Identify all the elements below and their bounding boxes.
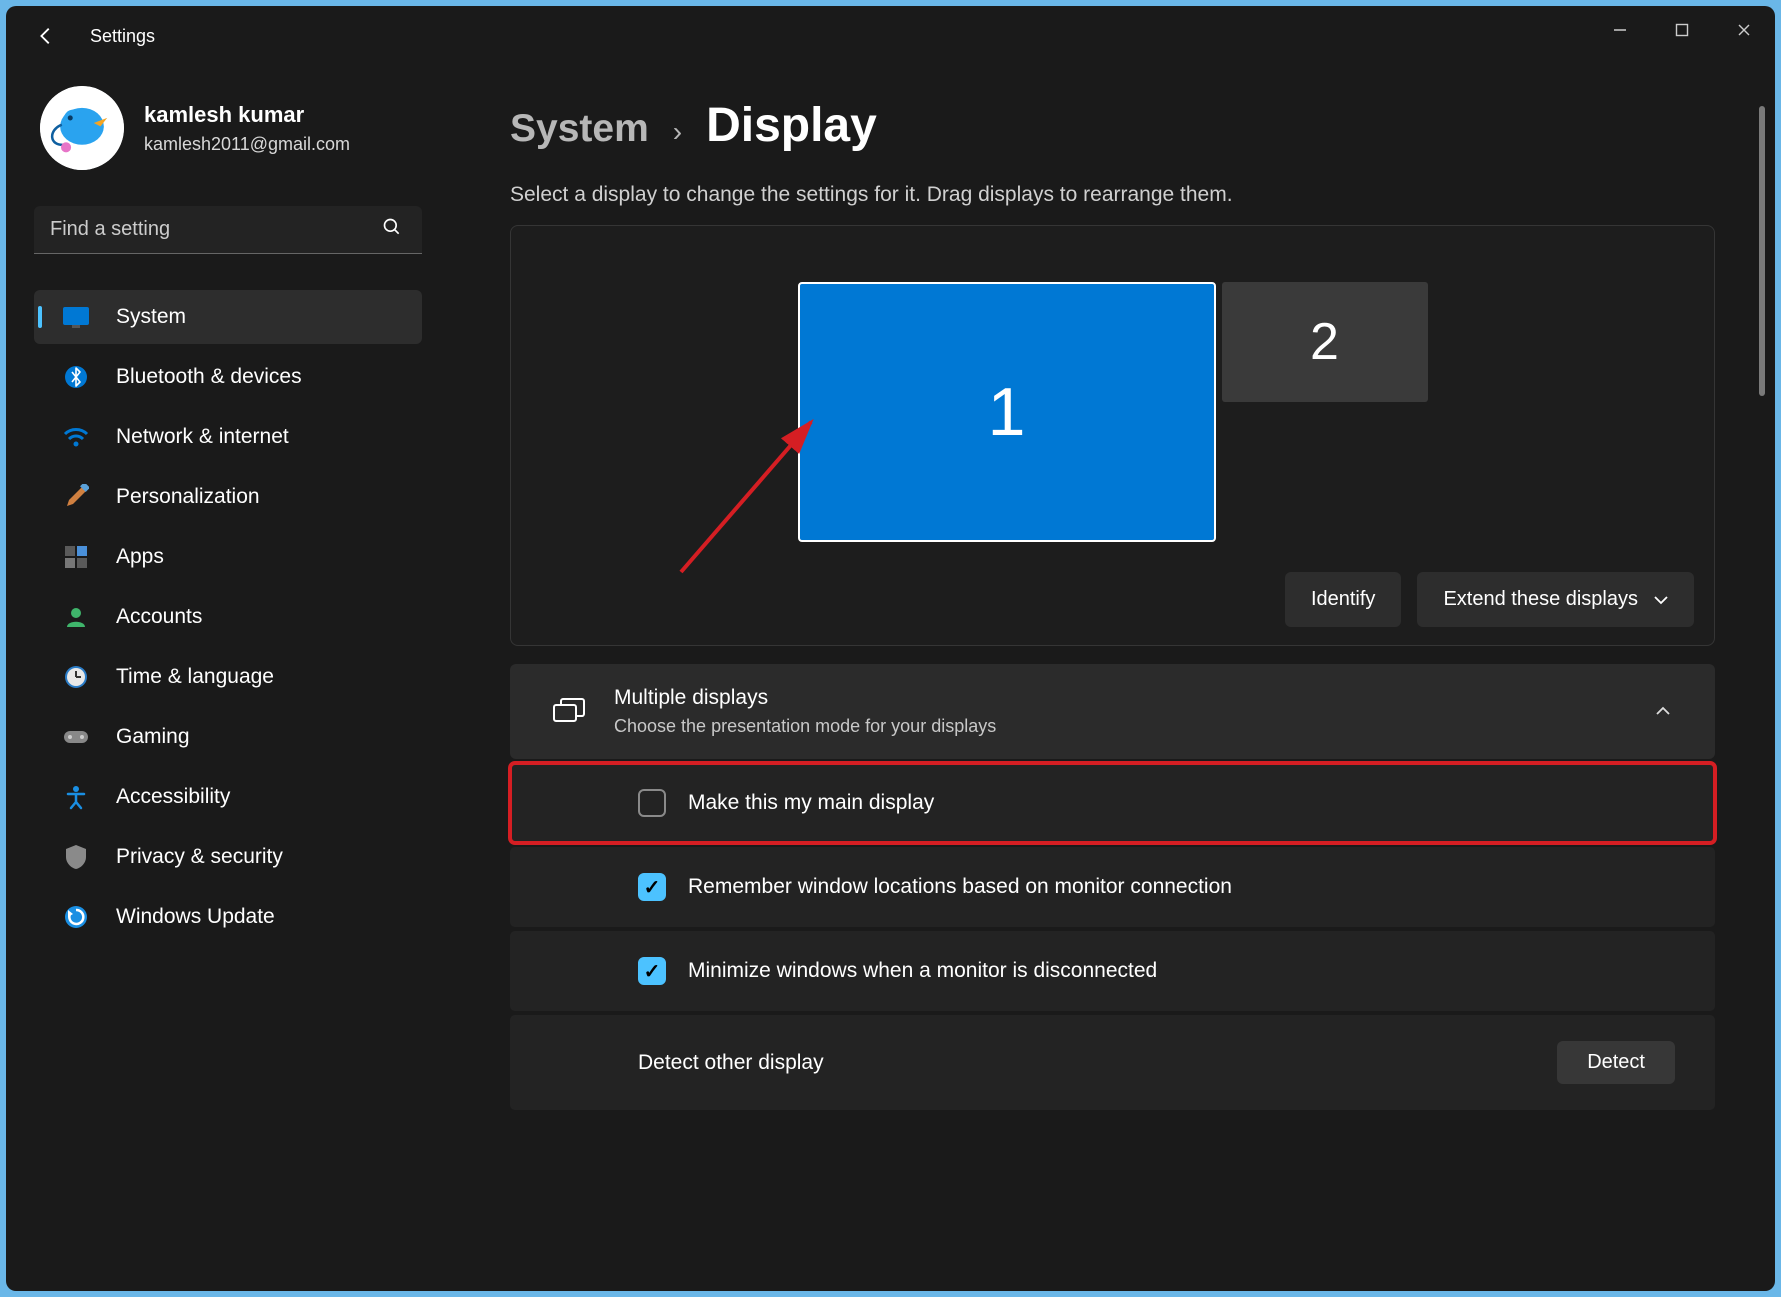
sidebar-item-label: Gaming	[116, 725, 190, 749]
brush-icon	[60, 481, 92, 513]
sidebar-item-update[interactable]: Windows Update	[34, 890, 422, 944]
sidebar-item-time[interactable]: Time & language	[34, 650, 422, 704]
sidebar-item-system[interactable]: System	[34, 290, 422, 344]
chevron-right-icon: ›	[673, 116, 682, 148]
sidebar-item-accounts[interactable]: Accounts	[34, 590, 422, 644]
displays-area[interactable]: 1 2	[531, 272, 1694, 572]
arrange-actions: Identify Extend these displays	[531, 572, 1694, 627]
wifi-icon	[60, 421, 92, 453]
search-icon	[382, 217, 402, 243]
chevron-down-icon	[1654, 592, 1668, 608]
sidebar-item-privacy[interactable]: Privacy & security	[34, 830, 422, 884]
breadcrumb-parent[interactable]: System	[510, 107, 649, 151]
option-label: Minimize windows when a monitor is disco…	[688, 959, 1157, 983]
clock-icon	[60, 661, 92, 693]
bluetooth-icon	[60, 361, 92, 393]
person-icon	[60, 601, 92, 633]
scrollbar[interactable]	[1759, 106, 1765, 396]
sidebar: kamlesh kumar kamlesh2011@gmail.com Syst…	[6, 66, 450, 1291]
sidebar-item-label: Windows Update	[116, 905, 275, 929]
sidebar-item-label: Accounts	[116, 605, 202, 629]
display-arrange-card: 1 2 Id	[510, 225, 1715, 646]
profile-email: kamlesh2011@gmail.com	[144, 134, 350, 155]
button-label: Detect	[1587, 1051, 1645, 1073]
search-wrap	[34, 206, 422, 254]
sidebar-item-personalization[interactable]: Personalization	[34, 470, 422, 524]
checkbox-minimize-disconnected[interactable]: ✓	[638, 957, 666, 985]
gamepad-icon	[60, 721, 92, 753]
accessibility-icon	[60, 781, 92, 813]
window-title: Settings	[90, 26, 155, 47]
shield-icon	[60, 841, 92, 873]
page-title: Display	[706, 98, 877, 153]
settings-window: Settings	[6, 6, 1775, 1291]
profile-name: kamlesh kumar	[144, 102, 350, 128]
titlebar: Settings	[6, 6, 1775, 66]
display-number: 1	[988, 373, 1026, 451]
window-controls	[1589, 6, 1775, 66]
checkbox-main-display[interactable]	[638, 789, 666, 817]
option-minimize-disconnected[interactable]: ✓ Minimize windows when a monitor is dis…	[510, 931, 1715, 1011]
panel-subtitle: Choose the presentation mode for your di…	[614, 716, 1629, 737]
sidebar-item-label: Personalization	[116, 485, 260, 509]
checkbox-remember-locations[interactable]: ✓	[638, 873, 666, 901]
breadcrumb: System › Display	[510, 98, 1715, 153]
display-tile-1[interactable]: 1	[798, 282, 1216, 542]
sidebar-item-label: Apps	[116, 545, 164, 569]
option-label: Detect other display	[638, 1051, 824, 1075]
nav: System Bluetooth & devices Network & int…	[34, 290, 422, 944]
detect-button[interactable]: Detect	[1557, 1041, 1675, 1084]
button-label: Identify	[1311, 588, 1375, 611]
sidebar-item-gaming[interactable]: Gaming	[34, 710, 422, 764]
avatar	[40, 86, 124, 170]
sidebar-item-label: Time & language	[116, 665, 274, 689]
chevron-up-icon	[1655, 701, 1671, 722]
sidebar-item-apps[interactable]: Apps	[34, 530, 422, 584]
option-label: Remember window locations based on monit…	[688, 875, 1232, 899]
display-number: 2	[1310, 312, 1339, 372]
sidebar-item-label: Privacy & security	[116, 845, 283, 869]
apps-icon	[60, 541, 92, 573]
option-detect-display: Detect other display Detect	[510, 1015, 1715, 1110]
sidebar-item-label: System	[116, 305, 186, 329]
maximize-button[interactable]	[1651, 6, 1713, 54]
back-button[interactable]	[18, 12, 74, 60]
update-icon	[60, 901, 92, 933]
profile-block[interactable]: kamlesh kumar kamlesh2011@gmail.com	[34, 86, 422, 170]
sidebar-item-label: Network & internet	[116, 425, 289, 449]
sidebar-item-bluetooth[interactable]: Bluetooth & devices	[34, 350, 422, 404]
close-button[interactable]	[1713, 6, 1775, 54]
dropdown-label: Extend these displays	[1443, 588, 1638, 611]
search-input[interactable]	[34, 206, 422, 254]
sidebar-item-accessibility[interactable]: Accessibility	[34, 770, 422, 824]
minimize-button[interactable]	[1589, 6, 1651, 54]
multiple-displays-expander[interactable]: Multiple displays Choose the presentatio…	[510, 664, 1715, 759]
sidebar-item-network[interactable]: Network & internet	[34, 410, 422, 464]
sidebar-item-label: Accessibility	[116, 785, 230, 809]
sidebar-item-label: Bluetooth & devices	[116, 365, 302, 389]
option-remember-locations[interactable]: ✓ Remember window locations based on mon…	[510, 847, 1715, 927]
display-tile-2[interactable]: 2	[1222, 282, 1428, 402]
main-content: System › Display Select a display to cha…	[450, 66, 1775, 1291]
projection-mode-dropdown[interactable]: Extend these displays	[1417, 572, 1694, 627]
hint-text: Select a display to change the settings …	[510, 183, 1715, 207]
panel-title: Multiple displays	[614, 686, 1629, 710]
multiple-displays-icon	[550, 693, 588, 731]
display-icon	[60, 301, 92, 333]
identify-button[interactable]: Identify	[1285, 572, 1401, 627]
option-label: Make this my main display	[688, 791, 934, 815]
option-main-display[interactable]: Make this my main display	[510, 763, 1715, 843]
